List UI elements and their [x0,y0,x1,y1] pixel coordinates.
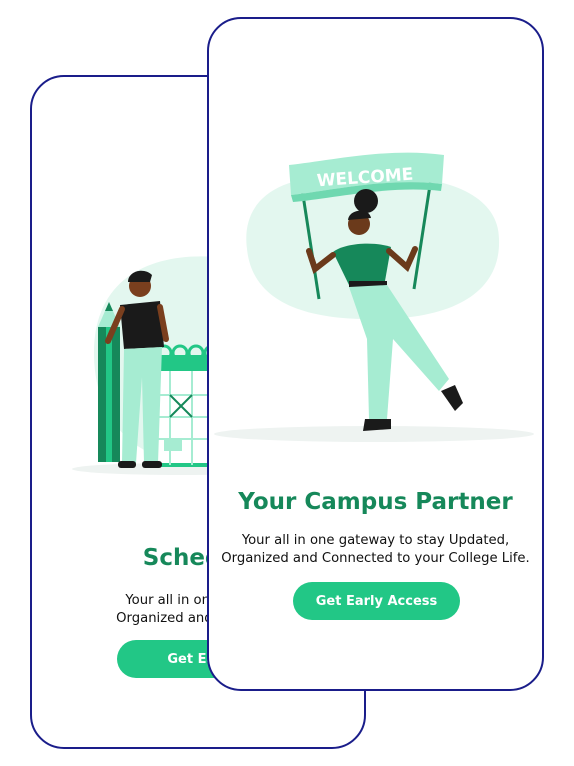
screen-title: Your Campus Partner [238,489,513,515]
screen-description: Your all in one gateway to stay Updated,… [209,532,542,568]
onboarding-screen-campus-partner: WELCOME Your Campus Partner Your all in … [207,17,544,691]
description-line-2: Organized and Connected to your College … [221,551,530,566]
welcome-illustration: WELCOME [214,152,534,442]
description-line-1: Your all in one gateway to stay Updated, [241,533,510,548]
get-early-access-button[interactable]: Get Early Access [293,582,460,620]
